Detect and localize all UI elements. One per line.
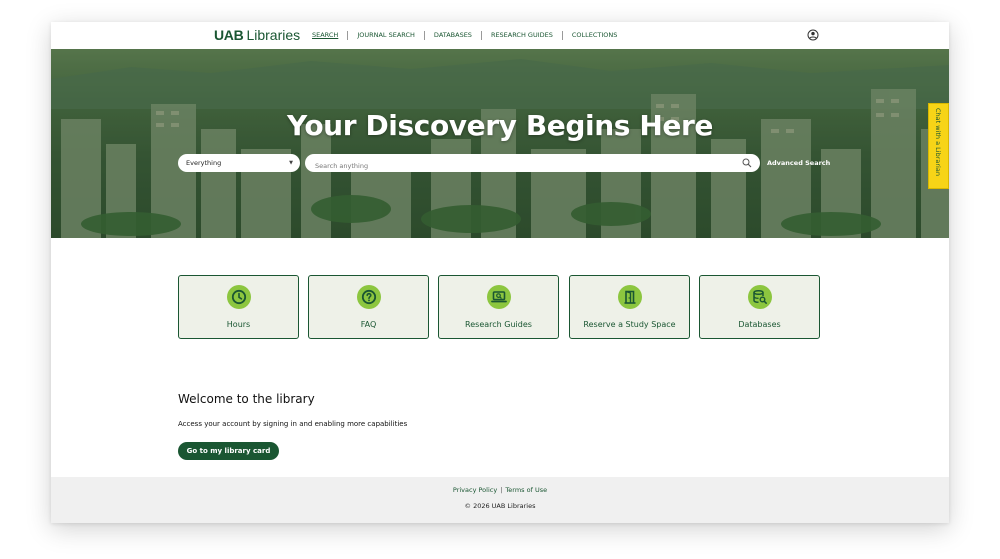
advanced-search-link[interactable]: Advanced Search (767, 159, 830, 167)
footer-separator: | (500, 486, 503, 494)
tile-label: Hours (226, 320, 251, 329)
door-icon (618, 285, 642, 309)
copyright: © 2026 UAB Libraries (464, 502, 536, 510)
browser-page: UAB Libraries SEARCH JOURNAL SEARCH DATAB… (51, 22, 949, 523)
chat-tab-label: Chat with a Librarian (934, 108, 942, 176)
question-icon (357, 285, 381, 309)
tile-faq[interactable]: FAQ (308, 275, 429, 339)
tile-label: Databases (738, 320, 781, 329)
logo-text: Libraries (246, 27, 301, 43)
database-search-icon (748, 285, 772, 309)
chevron-down-icon: ▼ (289, 160, 293, 166)
main-nav: SEARCH JOURNAL SEARCH DATABASES RESEARCH… (312, 31, 626, 40)
hero-title: Your Discovery Begins Here (287, 109, 713, 142)
nav-collections[interactable]: COLLECTIONS (563, 31, 627, 40)
privacy-policy-link[interactable]: Privacy Policy (453, 486, 497, 494)
laptop-guide-icon (487, 285, 511, 309)
tile-databases[interactable]: Databases (699, 275, 820, 339)
clock-icon (227, 285, 251, 309)
welcome-text: Access your account by signing in and en… (178, 420, 408, 428)
search-box[interactable] (305, 154, 760, 174)
welcome-title: Welcome to the library (178, 392, 315, 406)
tile-label: FAQ (360, 320, 377, 329)
hero-banner: Your Discovery Begins Here Everything ▼ … (51, 49, 949, 238)
site-header: UAB Libraries SEARCH JOURNAL SEARCH DATAB… (51, 22, 949, 50)
search-scope-value: Everything (186, 159, 222, 167)
footer-links: Privacy Policy | Terms of Use (51, 486, 949, 494)
hero-overlay (51, 49, 949, 238)
tile-research-guides[interactable]: Research Guides (438, 275, 559, 339)
search-scope-select[interactable]: Everything ▼ (178, 154, 300, 172)
search-input[interactable] (315, 158, 715, 174)
tile-hours[interactable]: Hours (178, 275, 299, 339)
tile-label: Research Guides (465, 320, 532, 329)
terms-of-use-link[interactable]: Terms of Use (505, 486, 547, 494)
nav-search[interactable]: SEARCH (312, 31, 347, 40)
tile-reserve-study-space[interactable]: Reserve a Study Space (569, 275, 690, 339)
uab-libraries-logo[interactable]: UAB Libraries (214, 27, 300, 43)
chat-with-librarian-tab[interactable]: Chat with a Librarian (928, 103, 949, 189)
site-footer: Privacy Policy | Terms of Use © 2026 UAB L… (51, 477, 949, 523)
search-icon[interactable] (742, 158, 752, 168)
user-circle-icon[interactable] (807, 29, 819, 41)
nav-databases[interactable]: DATABASES (425, 31, 481, 40)
tile-label: Reserve a Study Space (583, 320, 676, 329)
logo-bold-text: UAB (214, 27, 244, 43)
nav-journal-search[interactable]: JOURNAL SEARCH (348, 31, 424, 40)
library-card-button[interactable]: Go to my library card (178, 442, 279, 460)
nav-research-guides[interactable]: RESEARCH GUIDES (482, 31, 562, 40)
